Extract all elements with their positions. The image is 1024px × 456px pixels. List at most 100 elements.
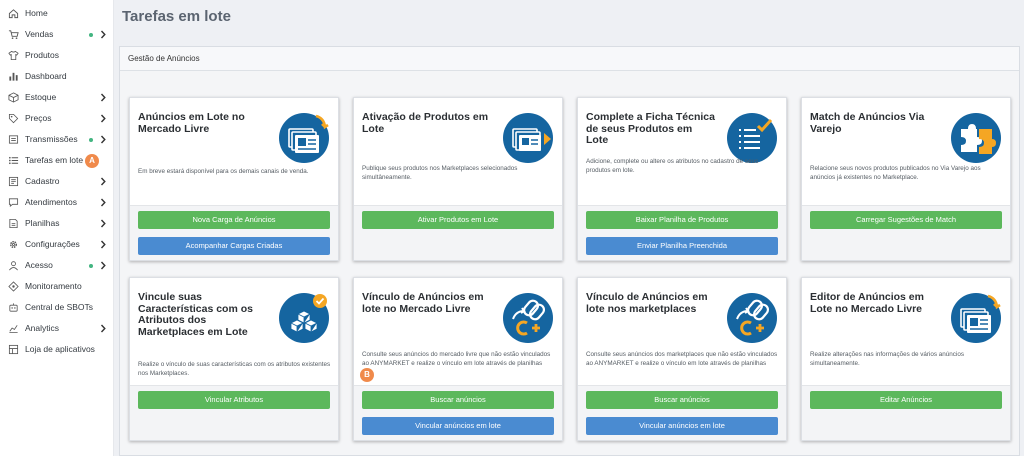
card-body: Complete a Ficha Técnica de seus Produto…: [578, 98, 786, 205]
vincular-anuncios-em-lote-button[interactable]: Vincular anúncios em lote: [586, 417, 778, 435]
analytics-icon: [8, 323, 19, 334]
card-footer: Vincular Atributos: [130, 385, 338, 440]
card-description: Publique seus produtos nos Marketplaces …: [362, 165, 518, 181]
baixar-planilha-de-produtos-button[interactable]: Baixar Planilha de Produtos: [586, 211, 778, 229]
gear-icon: [8, 239, 19, 250]
chevron-right-icon: [99, 218, 107, 229]
sidebar-item-precos[interactable]: Preços: [0, 109, 114, 129]
sidebar-item-central-de-sbots[interactable]: Central de SBOTs: [0, 298, 114, 318]
chevron-right-icon: [99, 239, 107, 250]
sidebar-item-label: Tarefas em lote: [25, 155, 84, 165]
card-title: Anúncios em Lote no Mercado Livre: [138, 111, 245, 135]
sidebar-item-estoque[interactable]: Estoque: [0, 88, 114, 108]
buscar-anuncios-button[interactable]: Buscar anúncios: [362, 391, 554, 409]
page-title: Tarefas em lote: [122, 8, 231, 25]
sidebar-item-dashboard[interactable]: Dashboard: [0, 67, 114, 87]
store-icon: [8, 344, 19, 355]
link-icon: [502, 292, 554, 344]
sidebar-item-label: Loja de aplicativos: [25, 344, 95, 354]
card-body: Anúncios em Lote no Mercado Livre Em bre…: [130, 98, 338, 205]
sidebar-item-label: Planilhas: [25, 218, 60, 228]
card-title: Editor de Anúncios em Lote no Mercado Li…: [810, 291, 924, 315]
callout-marker-a: A: [85, 154, 99, 168]
ad-cards-icon: [278, 112, 330, 164]
carregar-sugestoes-de-match-button[interactable]: Carregar Sugestões de Match: [810, 211, 1002, 229]
sidebar-item-label: Cadastro: [25, 176, 60, 186]
card-footer: Editar Anúncios: [802, 385, 1010, 440]
card-description: Em breve estará disponível para os demai…: [138, 168, 309, 175]
sidebar-item-planilhas[interactable]: Planilhas: [0, 214, 114, 234]
editar-anuncios-button[interactable]: Editar Anúncios: [810, 391, 1002, 409]
spreadsheet-icon: [8, 218, 19, 229]
card-footer: Baixar Planilha de Produtos Enviar Plani…: [578, 205, 786, 260]
panel-header: Gestão de Anúncios: [120, 47, 1019, 71]
cart-icon: [8, 29, 19, 40]
chat-icon: [8, 197, 19, 208]
card-title: Ativação de Produtos em Lote: [362, 111, 489, 135]
gestao-de-anuncios-panel: Gestão de Anúncios Anúncios em Lote no M…: [119, 46, 1020, 456]
card-match-via-varejo: Match de Anúncios Via Varejo Relacione s…: [801, 97, 1011, 261]
card-footer: Ativar Produtos em Lote: [354, 205, 562, 260]
register-icon: [8, 176, 19, 187]
card-footer: Buscar anúncios Vincular anúncios em lot…: [354, 385, 562, 440]
sidebar-item-monitoramento[interactable]: Monitoramento: [0, 277, 114, 297]
sidebar-item-label: Vendas: [25, 29, 54, 39]
card-footer: Buscar anúncios Vincular anúncios em lot…: [578, 385, 786, 440]
enviar-planilha-preenchida-button[interactable]: Enviar Planilha Preenchida: [586, 237, 778, 255]
home-icon: [8, 8, 19, 19]
sidebar-item-configuracoes[interactable]: Configurações: [0, 235, 114, 255]
sidebar-item-loja-de-aplicativos[interactable]: Loja de aplicativos: [0, 340, 114, 360]
vincular-atributos-button[interactable]: Vincular Atributos: [138, 391, 330, 409]
sidebar-item-produtos[interactable]: Produtos: [0, 46, 114, 66]
sidebar-item-home[interactable]: Home: [0, 4, 114, 24]
sidebar-item-tarefas-em-lote[interactable]: Tarefas em lote A: [0, 151, 114, 171]
sidebar-item-label: Atendimentos: [25, 197, 77, 207]
card-body: Editor de Anúncios em Lote no Mercado Li…: [802, 278, 1010, 385]
status-dot: [89, 264, 93, 268]
vincular-anuncios-em-lote-button[interactable]: Vincular anúncios em lote: [362, 417, 554, 435]
chevron-right-icon: [99, 197, 107, 208]
link-icon: [726, 292, 778, 344]
sidebar-item-acesso[interactable]: Acesso: [0, 256, 114, 276]
card-description: Realize o vínculo de suas característica…: [138, 361, 331, 377]
sidebar-item-label: Transmissões: [25, 134, 78, 144]
card-body: Vínculo de Anúncios em lote no Mercado L…: [354, 278, 562, 385]
acompanhar-cargas-criadas-button[interactable]: Acompanhar Cargas Criadas: [138, 237, 330, 255]
bar-chart-icon: [8, 71, 19, 82]
list-icon: [8, 155, 19, 166]
card-description: Realize alterações nas informações de vá…: [810, 351, 965, 367]
bot-icon: [8, 302, 19, 313]
status-dot: [89, 33, 93, 37]
sidebar-item-label: Home: [25, 8, 48, 18]
sidebar-item-label: Analytics: [25, 323, 60, 333]
card-title: Vínculo de Anúncios em lote no Mercado L…: [362, 291, 484, 315]
card-body: Vínculo de Anúncios em lote nos marketpl…: [578, 278, 786, 385]
chevron-right-icon: [99, 176, 107, 187]
card-vinculo-anuncios-mercado-livre: Vínculo de Anúncios em lote no Mercado L…: [353, 277, 563, 441]
sidebar: Home Vendas Produtos Dashboard Estoque P…: [0, 0, 114, 456]
sidebar-item-analytics[interactable]: Analytics: [0, 319, 114, 339]
ad-cards-icon: [950, 292, 1002, 344]
chevron-right-icon: [99, 323, 107, 334]
sidebar-item-atendimentos[interactable]: Atendimentos: [0, 193, 114, 213]
card-anuncios-em-lote-mercado-livre: Anúncios em Lote no Mercado Livre Em bre…: [129, 97, 339, 261]
sidebar-item-label: Monitoramento: [25, 281, 82, 291]
card-description: Adicione, complete ou altere os atributo…: [586, 158, 759, 174]
monitor-icon: [8, 281, 19, 292]
callout-marker-b: B: [360, 368, 374, 382]
chevron-right-icon: [99, 92, 107, 103]
sidebar-item-label: Estoque: [25, 92, 57, 102]
sidebar-item-cadastro[interactable]: Cadastro: [0, 172, 114, 192]
chevron-right-icon: [99, 113, 107, 124]
card-vincule-caracteristicas: Vincule suas Características com os Atri…: [129, 277, 339, 441]
sidebar-item-vendas[interactable]: Vendas: [0, 25, 114, 45]
card-body: Ativação de Produtos em Lote Publique se…: [354, 98, 562, 205]
sidebar-item-label: Configurações: [25, 239, 80, 249]
main-content: Tarefas em lote Gestão de Anúncios Anúnc…: [114, 0, 1024, 456]
ativar-produtos-em-lote-button[interactable]: Ativar Produtos em Lote: [362, 211, 554, 229]
sidebar-item-label: Preços: [25, 113, 52, 123]
buscar-anuncios-button[interactable]: Buscar anúncios: [586, 391, 778, 409]
nova-carga-de-anuncios-button[interactable]: Nova Carga de Anúncios: [138, 211, 330, 229]
app-root: Home Vendas Produtos Dashboard Estoque P…: [0, 0, 1024, 456]
sidebar-item-transmissoes[interactable]: Transmissões: [0, 130, 114, 150]
